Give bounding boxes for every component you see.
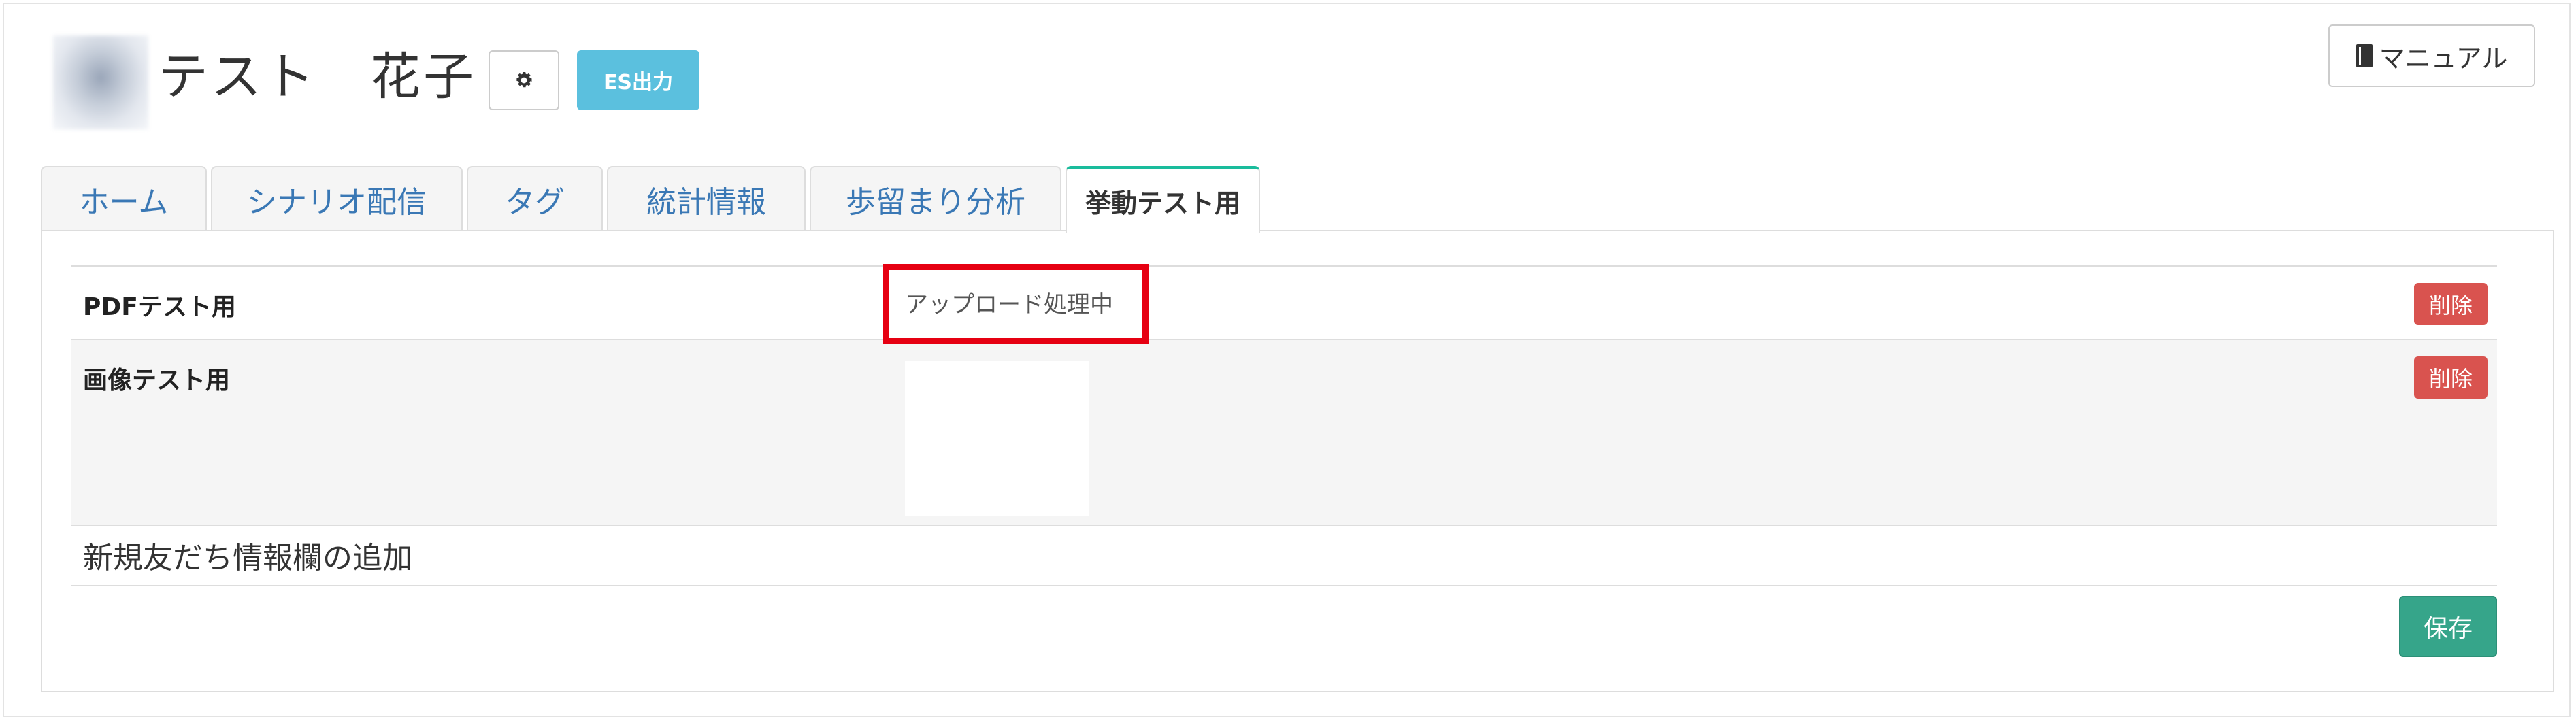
delete-button[interactable]: 削除: [2414, 283, 2488, 325]
book-icon: [2356, 44, 2373, 67]
tab-behavior-test[interactable]: 挙動テスト用: [1066, 166, 1260, 233]
avatar: [53, 35, 148, 129]
tab-home[interactable]: ホーム: [41, 166, 207, 231]
image-preview: [905, 360, 1089, 516]
field-row: PDFテスト用 アップロード処理中 削除: [71, 265, 2497, 339]
gear-icon: [516, 72, 532, 88]
tab-tag[interactable]: タグ: [467, 166, 603, 231]
divider: [71, 585, 2497, 586]
tab-statistics[interactable]: 統計情報: [607, 166, 806, 231]
field-label: PDFテスト用: [83, 293, 236, 321]
user-name: テスト 花子: [158, 48, 476, 106]
highlight-annotation: [883, 264, 1149, 344]
manual-label: マニュアル: [2379, 43, 2508, 73]
field-label: 画像テスト用: [83, 367, 231, 395]
delete-button[interactable]: 削除: [2414, 356, 2488, 399]
save-button[interactable]: 保存: [2399, 596, 2497, 657]
add-field-link[interactable]: 新規友だち情報欄の追加: [83, 533, 412, 577]
settings-button[interactable]: [489, 50, 559, 110]
es-export-button[interactable]: ES出力: [577, 50, 699, 110]
tab-yield-analysis[interactable]: 歩留まり分析: [810, 166, 1061, 231]
tab-scenario[interactable]: シナリオ配信: [211, 166, 463, 231]
add-field-row: 新規友だち情報欄の追加: [71, 525, 2497, 585]
field-row: 画像テスト用 削除: [71, 339, 2497, 525]
manual-button[interactable]: マニュアル: [2328, 24, 2535, 87]
